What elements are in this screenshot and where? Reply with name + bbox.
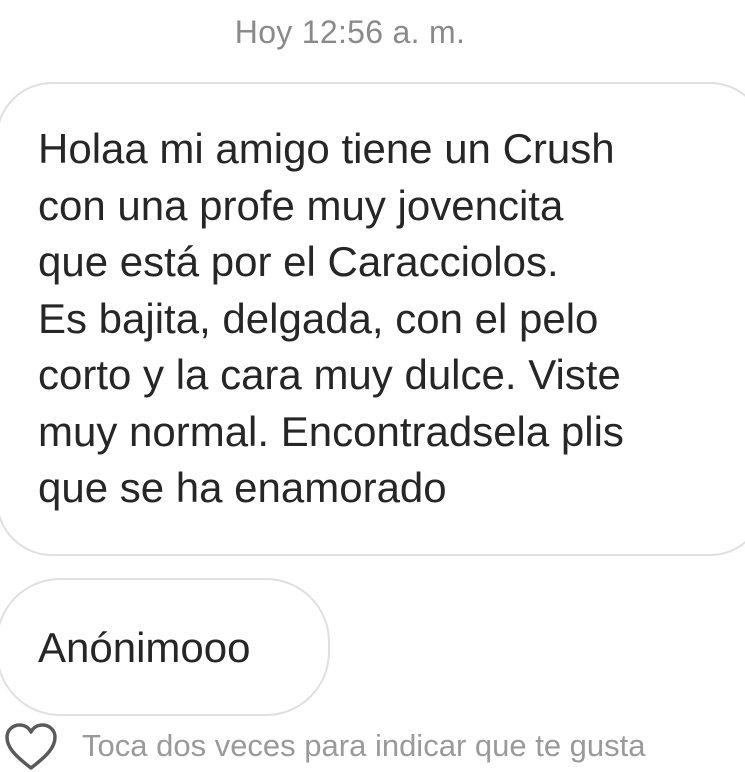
double-tap-hint: Toca dos veces para indicar que te gusta — [82, 728, 646, 763]
message-timestamp: Hoy 12:56 a. m. — [234, 14, 466, 50]
message-text: Holaa mi amigo tiene un Crush con una pr… — [38, 125, 624, 511]
sender-text: Anónimooo — [38, 624, 251, 671]
heart-icon[interactable] — [4, 722, 58, 772]
